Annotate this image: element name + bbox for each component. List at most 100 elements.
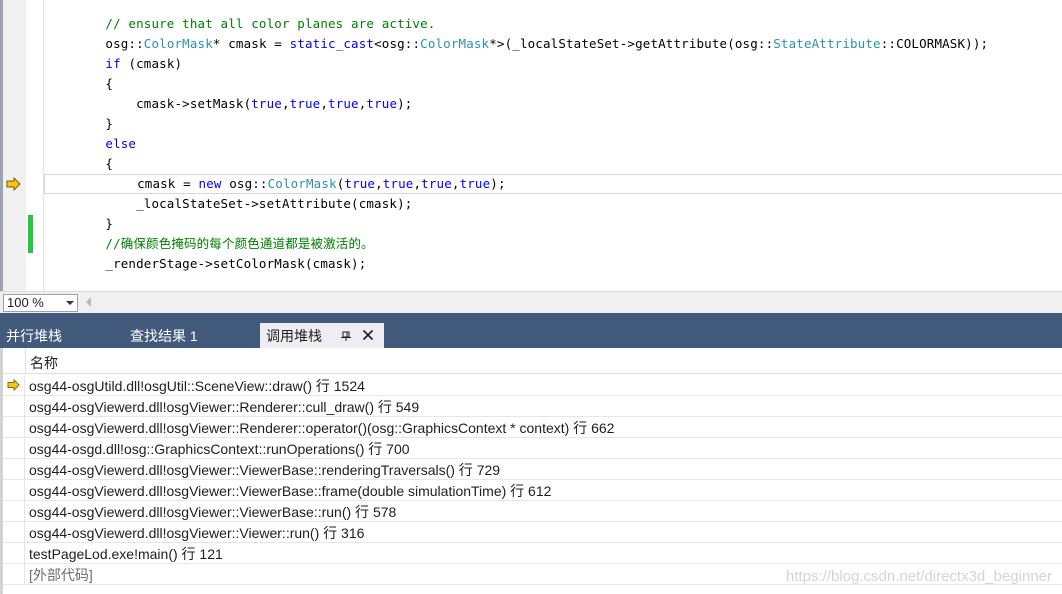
- tab-call-stack[interactable]: 调用堆栈: [260, 323, 384, 348]
- code-token: ,: [375, 176, 383, 191]
- column-header-name[interactable]: 名称: [30, 353, 58, 373]
- row-gutter: [3, 438, 25, 458]
- code-token: ,: [281, 96, 290, 111]
- row-gutter: [3, 543, 25, 563]
- watermark: https://blog.csdn.net/directx3d_beginner: [785, 568, 1052, 585]
- code-token: // ensure that all color planes are acti…: [105, 16, 436, 31]
- code-token: ColorMask: [143, 36, 213, 51]
- code-line[interactable]: cmask = new osg::ColorMask(true,true,tru…: [44, 174, 1062, 194]
- call-stack-frame-text: osg44-osgd.dll!osg::GraphicsContext::run…: [29, 441, 410, 457]
- close-icon[interactable]: [362, 329, 374, 341]
- code-line[interactable]: {: [44, 154, 1062, 174]
- code-token: ColorMask: [420, 36, 490, 51]
- code-line[interactable]: cmask->setMask(true,true,true,true);: [44, 94, 1062, 114]
- tab-parallel-stacks[interactable]: 并行堆栈: [0, 323, 68, 348]
- code-line[interactable]: osg::ColorMask* cmask = static_cast<osg:…: [44, 34, 1062, 54]
- column-separator[interactable]: [25, 348, 26, 374]
- call-stack-frame-text: osg44-osgUtild.dll!osgUtil::SceneView::d…: [29, 378, 365, 394]
- code-token: static_cast: [289, 36, 375, 51]
- code-line[interactable]: {: [44, 74, 1062, 94]
- grid-header: 名称: [3, 348, 1062, 374]
- code-token: //确保颜色掩码的每个颜色通道都是被激活的。: [105, 236, 374, 251]
- editor-bottom-bar: 100 %: [0, 291, 1062, 313]
- code-line[interactable]: //确保颜色掩码的每个颜色通道都是被激活的。: [44, 234, 1062, 254]
- call-stack-frame-text: osg44-osgViewerd.dll!osgViewer::ViewerBa…: [29, 483, 552, 499]
- zoom-value: 100 %: [7, 295, 44, 310]
- code-token: }: [44, 116, 114, 131]
- zoom-dropdown[interactable]: 100 %: [3, 294, 78, 312]
- call-stack-row[interactable]: osg44-osgViewerd.dll!osgViewer::ViewerBa…: [3, 459, 1062, 480]
- code-token: );: [490, 176, 506, 191]
- code-token: {: [44, 76, 114, 91]
- code-token: {: [44, 156, 114, 171]
- pin-icon[interactable]: [340, 328, 352, 342]
- call-stack-frame-text: osg44-osgViewerd.dll!osgViewer::Renderer…: [29, 420, 615, 436]
- call-stack-row[interactable]: testPageLod.exe!main() 行 121: [3, 543, 1062, 564]
- code-token: new: [198, 176, 222, 191]
- call-stack-frame-text: osg44-osgViewerd.dll!osgViewer::Renderer…: [29, 399, 420, 415]
- scroll-left-arrow-icon[interactable]: [86, 297, 91, 307]
- call-stack-row[interactable]: osg44-osgViewerd.dll!osgViewer::Renderer…: [3, 417, 1062, 438]
- call-stack-row[interactable]: osg44-osgd.dll!osg::GraphicsContext::run…: [3, 438, 1062, 459]
- row-gutter: [3, 396, 25, 416]
- call-stack-row[interactable]: osg44-osgViewerd.dll!osgViewer::Renderer…: [3, 396, 1062, 417]
- call-stack-row[interactable]: osg44-osgViewerd.dll!osgViewer::Viewer::…: [3, 522, 1062, 543]
- code-token: osg::: [221, 176, 268, 191]
- code-token: cmask->setMask(: [44, 96, 252, 111]
- code-token: cmask =: [45, 176, 199, 191]
- code-token: osg::: [44, 36, 144, 51]
- row-gutter: [3, 459, 25, 479]
- code-line[interactable]: if (cmask): [44, 54, 1062, 74]
- tab-label: 调用堆栈: [266, 328, 322, 344]
- tool-window-tab-bar: 并行堆栈 查找结果 1 调用堆栈: [0, 313, 1062, 348]
- call-stack-frame-text: osg44-osgViewerd.dll!osgViewer::Viewer::…: [29, 525, 365, 541]
- code-token: true: [459, 176, 491, 191]
- code-token: ,: [451, 176, 460, 191]
- tab-find-results[interactable]: 查找结果 1: [124, 323, 204, 348]
- tab-label: 并行堆栈: [6, 328, 62, 344]
- call-stack-frame-text: [外部代码]: [29, 567, 93, 583]
- code-token: <osg::: [374, 36, 421, 51]
- code-token: );: [397, 96, 413, 111]
- call-stack-grid[interactable]: 名称 osg44-osgUtild.dll!osgUtil::SceneView…: [0, 348, 1062, 594]
- code-token: }: [44, 216, 114, 231]
- code-token: true: [382, 176, 414, 191]
- call-stack-row[interactable]: osg44-osgViewerd.dll!osgViewer::ViewerBa…: [3, 501, 1062, 522]
- call-stack-row[interactable]: osg44-osgViewerd.dll!osgViewer::ViewerBa…: [3, 480, 1062, 501]
- code-token: if: [105, 56, 121, 71]
- code-token: true: [344, 176, 376, 191]
- code-line[interactable]: else: [44, 134, 1062, 154]
- code-token: ,: [320, 96, 329, 111]
- code-token: true: [251, 96, 282, 111]
- code-token: true: [289, 96, 321, 111]
- row-gutter: [3, 564, 25, 584]
- code-token: _localStateSet->setAttribute(cmask);: [44, 196, 413, 211]
- row-gutter: [3, 417, 25, 437]
- code-token: true: [421, 176, 452, 191]
- call-stack-frame-text: osg44-osgViewerd.dll!osgViewer::ViewerBa…: [29, 504, 397, 520]
- code-line[interactable]: }: [44, 114, 1062, 134]
- code-line[interactable]: // ensure that all color planes are acti…: [44, 14, 1062, 34]
- code-editor[interactable]: // ensure that all color planes are acti…: [0, 0, 1062, 291]
- row-gutter: [3, 501, 25, 521]
- code-token: StateAttribute: [773, 36, 881, 51]
- code-token: true: [366, 96, 398, 111]
- current-frame-arrow-icon: [7, 379, 20, 391]
- row-gutter: [3, 375, 25, 395]
- glyph-margin[interactable]: [3, 0, 26, 291]
- call-stack-frame-text: testPageLod.exe!main() 行 121: [29, 546, 223, 562]
- code-token: ::COLORMASK));: [880, 36, 989, 51]
- code-token: true: [328, 96, 359, 111]
- row-gutter: [3, 480, 25, 500]
- chevron-down-icon: [66, 301, 74, 305]
- code-line[interactable]: }: [44, 214, 1062, 234]
- code-token: else: [105, 136, 137, 151]
- call-stack-row[interactable]: osg44-osgUtild.dll!osgUtil::SceneView::d…: [3, 375, 1062, 396]
- code-token: _renderStage->setColorMask(cmask);: [44, 256, 367, 271]
- code-line[interactable]: _renderStage->setColorMask(cmask);: [44, 254, 1062, 274]
- code-line[interactable]: _localStateSet->setAttribute(cmask);: [44, 194, 1062, 214]
